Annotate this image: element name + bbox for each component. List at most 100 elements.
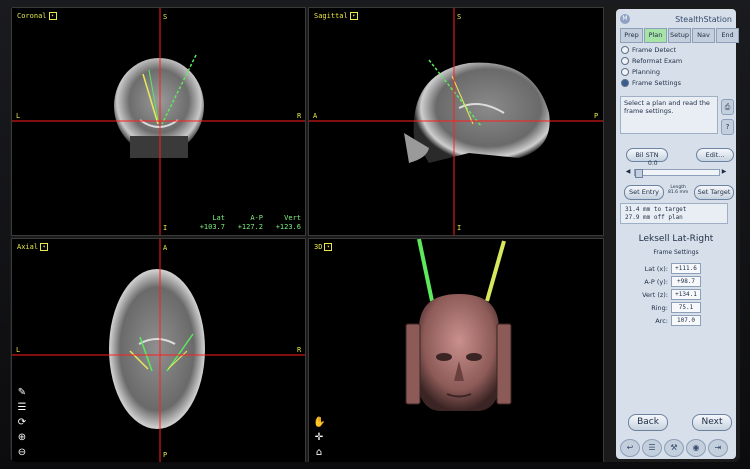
- rotate-icon[interactable]: ⟳: [16, 417, 28, 429]
- orient-bottom: P: [163, 451, 168, 459]
- tab-setup[interactable]: Setup: [668, 28, 691, 43]
- coronal-jaw: [130, 136, 188, 158]
- threed-viewport[interactable]: 3D ▾ ✋ ✛ ⌂: [308, 238, 604, 462]
- step-frame-settings[interactable]: Frame Settings: [621, 77, 682, 88]
- viewport-title-label: Sagittal: [314, 12, 348, 20]
- step-frame-detect[interactable]: Frame Detect: [621, 44, 682, 55]
- coord-label-lat: Lat: [212, 214, 225, 222]
- home-icon[interactable]: ⌂: [313, 447, 325, 459]
- zoom-in-icon[interactable]: ⊕: [16, 432, 28, 444]
- sagittal-brain: [413, 62, 550, 164]
- help-icon[interactable]: ?: [721, 119, 734, 135]
- workflow-tabs: Prep Plan Setup Nav End: [620, 28, 739, 43]
- ruler-icon[interactable]: ✎: [16, 387, 28, 399]
- threed-render: [405, 239, 512, 411]
- move-icon[interactable]: ✛: [313, 432, 325, 444]
- slider-value: 0.0: [648, 160, 658, 167]
- viewport-title-label: Axial: [17, 243, 39, 251]
- plan-select-button[interactable]: Bil STN: [626, 148, 668, 162]
- camera-icon[interactable]: ◉: [686, 439, 706, 457]
- zoom-out-icon[interactable]: ⊖: [16, 447, 28, 459]
- back-button[interactable]: Back: [628, 414, 668, 431]
- field-ring: Ring: 75.1: [630, 302, 701, 313]
- slider-right-icon[interactable]: ▶: [720, 167, 728, 176]
- status-line: 27.9 mm off plan: [625, 214, 683, 221]
- step-reformat-exam[interactable]: Reformat Exam: [621, 55, 682, 66]
- field-value: 75.1: [671, 302, 701, 313]
- control-panel: M StealthStation Prep Plan Setup Nav End…: [616, 9, 739, 459]
- orient-left: L: [16, 346, 21, 354]
- tab-plan[interactable]: Plan: [644, 28, 667, 43]
- set-entry-button[interactable]: Set Entry: [624, 185, 664, 200]
- step-label: Reformat Exam: [632, 56, 683, 65]
- sagittal-image: [309, 8, 603, 235]
- coordinate-readout: Lat A-P Vert +103.7 +127.2 +123.6: [197, 214, 301, 232]
- orient-top: S: [457, 13, 462, 21]
- coronal-image: [12, 8, 305, 235]
- coronal-viewport[interactable]: Coronal ▾ S I L R Lat A-P Vert +103.7 +127.2…: [11, 7, 306, 236]
- export-icon[interactable]: ⇥: [708, 439, 728, 457]
- axial-title[interactable]: Axial ▾: [17, 243, 49, 251]
- field-label: Vert (z):: [642, 290, 668, 299]
- step-label: Frame Detect: [632, 45, 676, 54]
- orient-left: A: [313, 112, 318, 120]
- trajectory-green-3d: [417, 239, 434, 302]
- length-readout: Length 81.6 mm: [668, 185, 688, 195]
- set-target-button[interactable]: Set Target: [694, 185, 734, 200]
- tools-icon[interactable]: ⚒: [664, 439, 684, 457]
- dropdown-icon[interactable]: ▾: [48, 12, 57, 20]
- orient-top: A: [163, 244, 168, 252]
- coord-value-vert: +123.6: [275, 223, 301, 231]
- undo-icon[interactable]: ↩: [620, 439, 640, 457]
- threed-toolbar: ✋ ✛ ⌂: [313, 417, 325, 459]
- sagittal-title[interactable]: Sagittal ▾: [314, 12, 358, 20]
- hand-icon[interactable]: ✋: [313, 417, 325, 429]
- plan-status: 31.4 mm to target 27.9 mm off plan: [620, 203, 728, 224]
- next-button[interactable]: Next: [692, 414, 732, 431]
- dropdown-icon[interactable]: ▾: [324, 243, 333, 251]
- viewport-title-label: 3D: [314, 243, 323, 251]
- field-arc: Arc: 107.0: [630, 315, 701, 326]
- tab-prep[interactable]: Prep: [620, 28, 643, 43]
- coronal-title[interactable]: Coronal ▾: [17, 12, 57, 20]
- coord-label-vert: Vert: [284, 214, 301, 222]
- field-label: A-P (y):: [644, 277, 668, 286]
- radio-icon[interactable]: [621, 67, 629, 76]
- axial-toolbar: ✎ ☰ ⟳ ⊕ ⊖: [16, 387, 28, 459]
- step-list: Frame Detect Reformat Exam Planning Fram…: [621, 44, 682, 88]
- radio-icon[interactable]: [621, 78, 629, 87]
- sagittal-viewport[interactable]: Sagittal ▾ S I A P: [308, 7, 604, 236]
- orient-right: R: [297, 112, 302, 120]
- eye-right: [466, 353, 482, 361]
- radio-icon[interactable]: [621, 56, 629, 65]
- axial-viewport[interactable]: Axial ▾ A P L R ✎ ☰ ⟳ ⊕ ⊖: [11, 238, 306, 462]
- field-value: 107.0: [671, 315, 701, 326]
- orient-bottom: I: [457, 224, 462, 232]
- slider-knob[interactable]: [635, 169, 643, 178]
- list-icon[interactable]: ☰: [642, 439, 662, 457]
- step-label: Frame Settings: [632, 78, 681, 87]
- head-surface: [417, 294, 501, 411]
- orient-right: R: [297, 346, 302, 354]
- tab-nav[interactable]: Nav: [692, 28, 715, 43]
- field-value: +98.7: [671, 276, 701, 287]
- length-value: 81.6 mm: [668, 190, 689, 195]
- trajectory-slider[interactable]: [634, 169, 720, 178]
- frame-subtitle: Frame Settings: [653, 249, 699, 256]
- radio-icon[interactable]: [621, 45, 629, 54]
- slider-left-icon[interactable]: ◀: [624, 167, 632, 176]
- list-icon[interactable]: ☰: [16, 402, 28, 414]
- step-planning[interactable]: Planning: [621, 66, 682, 77]
- field-label: Lat (x):: [644, 264, 668, 273]
- tab-end[interactable]: End: [716, 28, 739, 43]
- print-icon[interactable]: ⎙: [721, 99, 734, 115]
- edit-button[interactable]: Edit...: [696, 148, 734, 162]
- brand-name: StealthStation: [675, 14, 732, 24]
- field-lat: Lat (x): +111.6: [630, 263, 701, 274]
- orient-bottom: I: [163, 224, 168, 232]
- dropdown-icon[interactable]: ▾: [40, 243, 49, 251]
- dropdown-icon[interactable]: ▾: [349, 12, 358, 20]
- coord-label-ap: A-P: [250, 214, 263, 222]
- threed-title[interactable]: 3D ▾: [314, 243, 333, 251]
- frame-post-left: [405, 323, 421, 405]
